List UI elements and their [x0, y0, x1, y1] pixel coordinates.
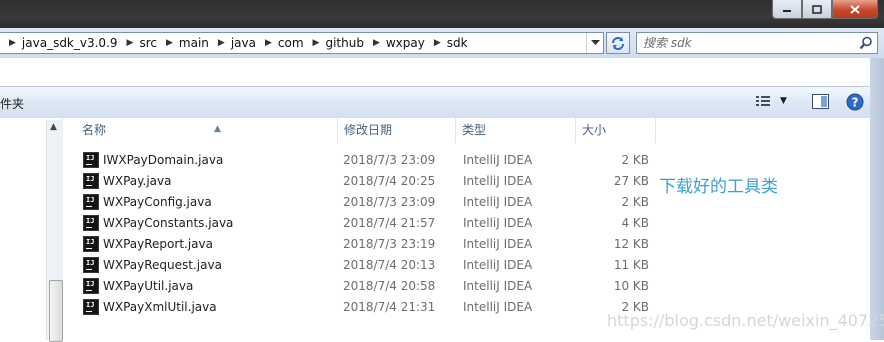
file-type: IntelliJ IDEA [463, 195, 533, 209]
intellij-file-icon: IJ [83, 152, 99, 168]
column-header-modified[interactable]: 修改日期 [338, 118, 456, 143]
file-name: IWXPayDomain.java [103, 153, 224, 167]
breadcrumb-item[interactable]: ▶ java [209, 33, 256, 53]
nav-scrollbar[interactable]: ▲ [46, 120, 63, 342]
address-row: ▶ java_sdk_v3.0.9 ▶ src ▶ main ▶ java ▶ com ▶… [0, 28, 884, 58]
chevron-right-icon: ▶ [433, 38, 441, 48]
chevron-right-icon: ▶ [264, 38, 272, 48]
intellij-file-icon: IJ [83, 194, 99, 210]
file-size: 27 KB [613, 174, 649, 188]
chevron-down-icon: ▼ [780, 96, 787, 106]
file-modified: 2018/7/4 20:58 [343, 279, 436, 293]
column-header-size[interactable]: 大小 [576, 118, 656, 143]
file-name: WXPayConfig.java [103, 195, 212, 209]
file-type: IntelliJ IDEA [463, 279, 533, 293]
file-type: IntelliJ IDEA [463, 237, 533, 251]
blank-area [0, 58, 870, 86]
close-icon [850, 4, 860, 14]
chevron-right-icon: ▶ [372, 38, 380, 48]
breadcrumb-item[interactable]: ▶ github [304, 33, 364, 53]
file-row[interactable]: IJ WXPayReport.java 2018/7/3 23:19 Intel… [63, 234, 870, 255]
file-size: 2 KB [621, 153, 649, 167]
close-button[interactable] [832, 0, 878, 19]
file-modified: 2018/7/4 20:13 [343, 258, 436, 272]
view-list-icon [756, 96, 770, 106]
file-modified: 2018/7/4 21:57 [343, 216, 436, 230]
file-row[interactable]: IJ WXPayConstants.java 2018/7/4 21:57 In… [63, 213, 870, 234]
file-type: IntelliJ IDEA [463, 300, 533, 314]
file-type: IntelliJ IDEA [463, 153, 533, 167]
chevron-right-icon: ▶ [165, 38, 173, 48]
intellij-file-icon: IJ [83, 236, 99, 252]
maximize-icon [812, 4, 822, 14]
scrollbar-thumb[interactable] [49, 280, 63, 342]
minimize-icon [783, 10, 791, 12]
file-name: WXPayRequest.java [103, 258, 222, 272]
toolbar-button-new-folder[interactable]: 件夹 [0, 95, 24, 112]
window-controls [772, 0, 878, 20]
file-list: ▲ 名称 修改日期 类型 大小 IJ IWXPayDomain.java 201… [63, 118, 870, 340]
file-row[interactable]: IJ WXPayUtil.java 2018/7/4 20:58 Intelli… [63, 276, 870, 297]
file-modified: 2018/7/4 20:25 [343, 174, 436, 188]
minimize-button[interactable] [772, 0, 802, 19]
file-type: IntelliJ IDEA [463, 258, 533, 272]
intellij-file-icon: IJ [83, 299, 99, 315]
breadcrumb-item[interactable]: ▶ src [118, 33, 157, 53]
chevron-right-icon: ▶ [126, 38, 134, 48]
file-size: 10 KB [613, 279, 649, 293]
file-name: WXPay.java [103, 174, 172, 188]
view-options-button[interactable]: ▼ [755, 94, 787, 108]
column-header-name[interactable]: ▲ 名称 [76, 118, 338, 143]
file-size: 2 KB [621, 195, 649, 209]
intellij-file-icon: IJ [83, 173, 99, 189]
address-bar[interactable]: ▶ java_sdk_v3.0.9 ▶ src ▶ main ▶ java ▶ com ▶… [0, 32, 604, 54]
annotation-text: 下载好的工具类 [659, 177, 778, 197]
file-name: WXPayReport.java [103, 237, 213, 251]
svg-text:?: ? [852, 96, 859, 110]
command-toolbar: 件夹 ▼ ? [0, 86, 870, 120]
breadcrumb-item[interactable]: ▶ java_sdk_v3.0.9 [0, 33, 118, 53]
file-size: 12 KB [613, 237, 649, 251]
search-icon[interactable] [859, 36, 873, 50]
intellij-file-icon: IJ [83, 278, 99, 294]
watermark-text: https://blog.csdn.net/weixin_40725601 [607, 311, 884, 330]
breadcrumb-item[interactable]: ▶ sdk [425, 33, 468, 53]
file-size: 4 KB [621, 216, 649, 230]
breadcrumb-item[interactable]: ▶ main [157, 33, 209, 53]
column-header-type[interactable]: 类型 [456, 118, 576, 143]
window-frame-right [870, 58, 884, 340]
help-icon[interactable]: ? [846, 93, 864, 111]
chevron-right-icon: ▶ [9, 38, 16, 48]
preview-pane-icon[interactable] [812, 94, 829, 109]
address-dropdown-button[interactable] [586, 33, 603, 53]
file-type: IntelliJ IDEA [463, 216, 533, 230]
file-modified: 2018/7/3 23:09 [343, 195, 436, 209]
file-row[interactable]: IJ IWXPayDomain.java 2018/7/3 23:09 Inte… [63, 150, 870, 171]
search-box[interactable] [636, 32, 878, 54]
file-type: IntelliJ IDEA [463, 174, 533, 188]
scroll-up-icon[interactable]: ▲ [50, 122, 57, 132]
title-bar [0, 0, 884, 28]
sort-ascending-icon: ▲ [214, 124, 221, 134]
maximize-button[interactable] [802, 0, 832, 19]
file-row[interactable]: IJ WXPayRequest.java 2018/7/4 20:13 Inte… [63, 255, 870, 276]
chevron-right-icon: ▶ [312, 38, 320, 48]
refresh-icon [612, 37, 624, 50]
file-size: 11 KB [613, 258, 649, 272]
chevron-down-icon [590, 40, 600, 45]
chevron-right-icon: ▶ [217, 38, 225, 48]
file-modified: 2018/7/3 23:19 [343, 237, 436, 251]
refresh-button[interactable] [606, 32, 630, 54]
file-name: WXPayUtil.java [103, 279, 194, 293]
breadcrumb-item[interactable]: ▶ com [256, 33, 304, 53]
file-name: WXPayConstants.java [103, 216, 234, 230]
intellij-file-icon: IJ [83, 257, 99, 273]
search-input[interactable] [643, 35, 843, 51]
file-modified: 2018/7/3 23:09 [343, 153, 436, 167]
file-modified: 2018/7/4 21:31 [343, 300, 436, 314]
breadcrumb-item[interactable]: ▶ wxpay [364, 33, 425, 53]
intellij-file-icon: IJ [83, 215, 99, 231]
file-name: WXPayXmlUtil.java [103, 300, 217, 314]
